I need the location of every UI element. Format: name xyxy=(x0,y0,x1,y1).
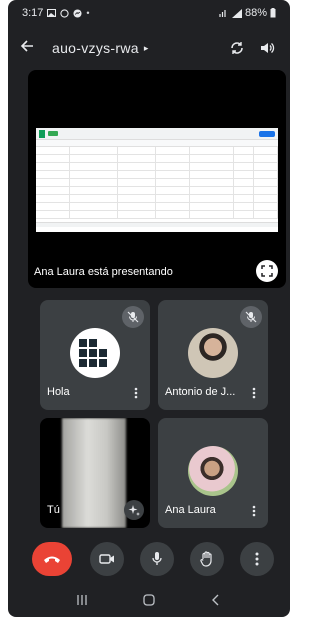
sparkle-effects-icon xyxy=(128,505,140,516)
meeting-code[interactable]: auo-vzys-rwa xyxy=(52,40,139,56)
cell-signal-icon xyxy=(231,8,242,18)
system-navigation-bar xyxy=(8,585,290,617)
speaker-volume-icon xyxy=(261,43,275,53)
participant-more-options-button[interactable] xyxy=(130,386,142,400)
presenter-label: Ana Laura está presentando xyxy=(34,266,173,278)
end-call-button[interactable] xyxy=(32,542,72,576)
data-signal-icon xyxy=(219,10,226,17)
more-vert-icon xyxy=(255,552,259,566)
status-right: 88% xyxy=(219,7,276,19)
spreadsheet-sheet-tabs xyxy=(36,222,278,227)
videocam-icon xyxy=(99,554,114,564)
muted-indicator xyxy=(122,306,144,328)
more-options-button[interactable] xyxy=(240,542,274,576)
self-camera-feed xyxy=(62,418,126,528)
speaker-button[interactable] xyxy=(256,37,278,59)
status-bar: 3:17 • 88% xyxy=(8,0,290,26)
mic-off-icon xyxy=(127,311,139,323)
more-vert-icon xyxy=(252,505,256,517)
spreadsheet-row xyxy=(36,211,278,219)
participant-tile-antonio[interactable]: Antonio de J... xyxy=(158,300,268,410)
participant-more-options-button[interactable] xyxy=(248,386,260,400)
raise-hand-button[interactable] xyxy=(190,542,224,576)
participant-name: Antonio de J... xyxy=(165,386,236,398)
spreadsheet-row xyxy=(36,147,278,155)
back-arrow-icon[interactable] xyxy=(20,38,42,58)
participant-tile-self[interactable]: Tú xyxy=(40,418,150,528)
mic-toggle-button[interactable] xyxy=(140,542,174,576)
home-icon[interactable] xyxy=(138,593,160,609)
avatar-photo-ana-laura xyxy=(188,446,238,496)
phone-hangup-icon xyxy=(44,556,60,563)
battery-icon xyxy=(270,8,276,18)
sheets-logo-icon xyxy=(39,129,45,138)
comapper-logo-image xyxy=(77,337,113,369)
spreadsheet-row xyxy=(36,179,278,187)
mic-off-icon xyxy=(245,311,257,323)
meeting-details-caret-icon[interactable]: ▸ xyxy=(144,43,149,54)
spreadsheet-row xyxy=(36,171,278,179)
switch-camera-icon xyxy=(231,42,243,54)
participant-name: Ana Laura xyxy=(165,504,216,516)
participant-name: Tú xyxy=(47,504,60,516)
more-vert-icon xyxy=(252,387,256,399)
more-vert-icon xyxy=(134,387,138,399)
participant-more-options-button[interactable] xyxy=(248,504,260,518)
fullscreen-button[interactable] xyxy=(256,260,278,282)
meeting-header: auo-vzys-rwa ▸ xyxy=(8,30,290,66)
spreadsheet-row xyxy=(36,195,278,203)
recent-apps-icon[interactable] xyxy=(71,593,93,609)
muted-indicator xyxy=(240,306,262,328)
gallery-notification-icon xyxy=(47,9,57,17)
shared-spreadsheet-screen xyxy=(36,128,278,232)
spreadsheet-row xyxy=(36,155,278,163)
participant-tile-ana-laura[interactable]: Ana Laura xyxy=(158,418,268,528)
switch-camera-button[interactable] xyxy=(226,37,248,59)
spreadsheet-share-button xyxy=(259,130,275,137)
fullscreen-icon xyxy=(261,265,273,277)
spreadsheet-row xyxy=(36,187,278,195)
status-left: 3:17 • xyxy=(22,7,90,19)
presentation-tile[interactable]: Ana Laura está presentando xyxy=(28,70,286,288)
call-controls xyxy=(8,540,290,580)
raise-hand-icon xyxy=(200,551,212,567)
participant-name: Hola xyxy=(47,386,70,398)
effects-button[interactable] xyxy=(124,500,144,520)
battery-level: 88% xyxy=(244,7,267,19)
spreadsheet-row xyxy=(36,163,278,171)
participant-tile-hola[interactable]: Hola xyxy=(40,300,150,410)
phone-screen: 3:17 • 88% auo-vzys-rwa ▸ Ana Laura está… xyxy=(8,0,290,617)
more-notifications-dot-icon: • xyxy=(86,8,90,18)
spreadsheet-titlebar xyxy=(36,128,278,140)
spreadsheet-row xyxy=(36,203,278,211)
avatar-photo-antonio xyxy=(188,328,238,378)
whatsapp-notification-icon xyxy=(60,8,70,18)
avatar-comapper-logo xyxy=(70,328,120,378)
spreadsheet-toolbar xyxy=(36,140,278,147)
spreadsheet-badge xyxy=(48,131,58,136)
spreadsheet-grid xyxy=(36,147,278,227)
mic-icon xyxy=(152,552,162,565)
messenger-notification-icon xyxy=(73,8,82,18)
camera-toggle-button[interactable] xyxy=(90,542,124,576)
back-icon[interactable] xyxy=(205,593,227,609)
status-time: 3:17 xyxy=(22,7,44,19)
